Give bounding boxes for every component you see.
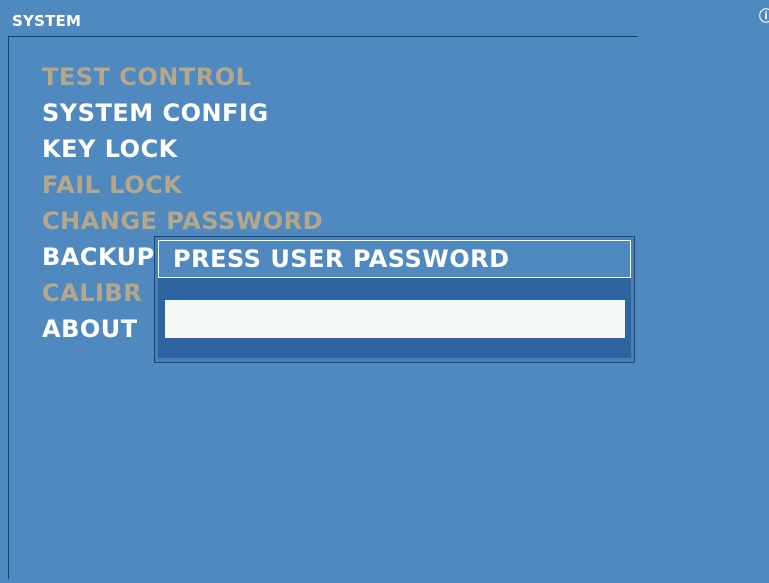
dialog-header: PRESS USER PASSWORD <box>158 240 631 278</box>
menu-item-fail-lock: FAIL LOCK <box>42 171 183 199</box>
menu-item-system-config[interactable]: SYSTEM CONFIG <box>42 96 323 132</box>
window-left-border <box>8 36 9 579</box>
password-input[interactable] <box>165 300 625 338</box>
window-title: SYSTEM <box>12 12 82 30</box>
password-dialog: PRESS USER PASSWORD <box>154 236 635 363</box>
menu-item-change-password: CHANGE PASSWORD <box>42 207 324 235</box>
title-bar: SYSTEM <box>8 8 638 37</box>
dialog-title: PRESS USER PASSWORD <box>173 245 510 273</box>
menu-item-key-lock[interactable]: KEY LOCK <box>42 132 323 168</box>
info-icon: ⓘ <box>759 9 769 25</box>
dialog-body <box>158 278 631 358</box>
menu-item-test-control: TEST CONTROL <box>42 63 252 91</box>
